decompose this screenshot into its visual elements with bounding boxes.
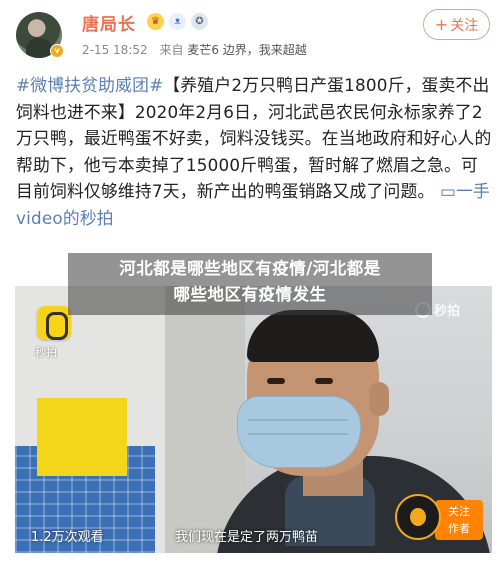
video-author[interactable]: 关注 作者 (395, 490, 490, 546)
miaopai-logo-text: 秒拍 (35, 346, 57, 359)
person-eye (315, 378, 333, 384)
post-date: 2-15 18:52 (82, 43, 148, 57)
topic-link[interactable]: #微博扶贫助威团# (16, 75, 163, 95)
post-text: #微博扶贫助威团#【养殖户2万只鸭日产蛋1800斤，蛋卖不出饲料也进不来】202… (16, 72, 492, 232)
banner-line-1: 河北都是哪些地区有疫情/河北都是 (119, 259, 381, 278)
verified-badge-icon: v (50, 44, 64, 58)
person-hair (247, 310, 379, 362)
author-follow-label: 关注 (448, 505, 470, 518)
post-meta: 2-15 18:52 来自 麦芒6 边界，我来超越 (82, 41, 307, 58)
view-count: 1.2万次观看 (31, 530, 104, 545)
face-mask (237, 396, 361, 468)
source-prefix: 来自 (159, 43, 184, 57)
source-device[interactable]: 麦芒6 边界，我来超越 (187, 43, 306, 57)
author-label: 作者 (448, 522, 470, 535)
person-eye (267, 378, 285, 384)
video-player[interactable]: 秒拍 秒拍 1.2万次观看 我们现在是定了两万鸭苗 关注 作者 (15, 286, 492, 553)
post-header: v 唐局长 ♛ ᴥ ✪ 2-15 18:52 来自 麦芒6 边界，我来超越 + 关… (0, 0, 500, 66)
follow-button[interactable]: + 关注 (423, 9, 490, 40)
rabbit-badge-icon[interactable]: ᴥ (169, 13, 186, 30)
author-follow-button[interactable]: 关注 作者 (435, 500, 483, 540)
banner-line-2: 哪些地区有疫情发生 (173, 285, 327, 304)
follow-label: 关注 (450, 18, 479, 34)
username[interactable]: 唐局长 (82, 10, 136, 35)
plus-icon: + (434, 15, 449, 34)
title-banner-text: 河北都是哪些地区有疫情/河北都是 哪些地区有疫情发生 (68, 256, 432, 308)
medal-badge-icon[interactable]: ✪ (191, 13, 208, 30)
video-link-icon: ▭ (439, 181, 457, 202)
crown-badge-icon[interactable]: ♛ (147, 13, 164, 30)
person-ear (369, 382, 389, 416)
yellow-sign (37, 398, 127, 476)
author-avatar[interactable] (395, 494, 441, 540)
miaopai-logo-icon (37, 306, 71, 340)
video-subtitle: 我们现在是定了两万鸭苗 (175, 530, 319, 545)
